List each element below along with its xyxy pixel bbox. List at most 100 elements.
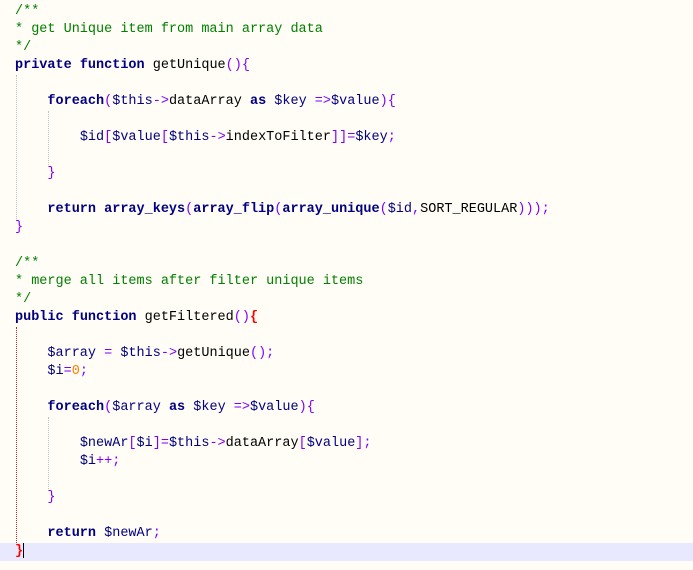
keyword-token: as [168, 400, 186, 415]
identifier-token [15, 94, 47, 109]
comment-token: /** [15, 4, 40, 19]
variable-token: $this [168, 130, 210, 145]
code-line[interactable]: /** [0, 255, 693, 273]
operator-token: ++; [96, 454, 121, 469]
identifier-token: getUnique [144, 58, 226, 73]
identifier-token [226, 400, 234, 415]
code-line[interactable] [0, 237, 693, 255]
identifier-token [96, 346, 104, 361]
code-line[interactable]: */ [0, 291, 693, 309]
operator-token: = [63, 364, 72, 379]
code-line[interactable] [0, 327, 693, 345]
operator-token: ]= [152, 436, 169, 451]
operator-token: ){ [379, 94, 396, 109]
operator-token: , [412, 202, 421, 217]
operator-token: -> [160, 346, 178, 361]
operator-token: [ [298, 436, 307, 451]
identifier-token [15, 490, 47, 505]
keyword-token: as [249, 94, 267, 109]
variable-token: $value [249, 400, 299, 415]
variable-token: $this [120, 346, 161, 361]
identifier-token [96, 526, 104, 541]
code-line[interactable]: * get Unique item from main array data [0, 21, 693, 39]
code-line[interactable] [0, 381, 693, 399]
keyword-token: array_keys [104, 202, 186, 217]
indent-guide [16, 327, 17, 543]
text-cursor [23, 543, 25, 558]
code-line[interactable]: return array_keys(array_flip(array_uniqu… [0, 201, 693, 219]
indent-guide [48, 111, 49, 165]
code-line[interactable] [0, 147, 693, 165]
code-line[interactable]: return $newAr; [0, 525, 693, 543]
code-line[interactable]: } [0, 543, 693, 561]
keyword-token: function [71, 310, 137, 325]
keyword-token: foreach [47, 94, 105, 109]
variable-token: $this [112, 94, 153, 109]
operator-token: (); [249, 346, 275, 361]
code-line[interactable]: } [0, 489, 693, 507]
identifier-token [15, 202, 47, 217]
code-line[interactable]: foreach($this->dataArray as $key =>$valu… [0, 93, 693, 111]
code-line[interactable]: $newAr[$i]=$this->dataArray[$value]; [0, 435, 693, 453]
code-line[interactable] [0, 507, 693, 525]
operator-token: => [233, 400, 250, 415]
comment-token: /** [15, 256, 40, 271]
code-line[interactable]: */ [0, 39, 693, 57]
code-line[interactable] [0, 111, 693, 129]
identifier-token: dataArray [168, 94, 250, 109]
operator-token: ]; [355, 436, 372, 451]
code-line[interactable]: public function getFiltered(){ [0, 309, 693, 327]
identifier-token [15, 364, 47, 379]
keyword-token: array_unique [282, 202, 380, 217]
operator-token: ; [152, 526, 161, 541]
operator-token: ; [387, 130, 396, 145]
variable-token: $key [355, 130, 388, 145]
operator-token: ; [79, 364, 88, 379]
operator-token: -> [209, 130, 226, 145]
code-line[interactable] [0, 471, 693, 489]
operator-token: ]]= [331, 130, 356, 145]
identifier-token: indexToFilter [225, 130, 331, 145]
identifier-token: getUnique [177, 346, 250, 361]
operator-token: [ [160, 130, 169, 145]
variable-token: $value [331, 94, 380, 109]
code-line[interactable]: private function getUnique(){ [0, 57, 693, 75]
operator-token: } [47, 490, 56, 505]
keyword-token: return [47, 526, 97, 541]
code-line[interactable]: } [0, 165, 693, 183]
code-line[interactable]: foreach($array as $key =>$value){ [0, 399, 693, 417]
operator-token: } [47, 166, 56, 181]
identifier-token: SORT_REGULAR [420, 202, 518, 217]
code-line[interactable]: * merge all items after filter unique it… [0, 273, 693, 291]
variable-token: $i [136, 436, 153, 451]
keyword-token: function [79, 58, 145, 73]
code-line[interactable] [0, 183, 693, 201]
identifier-token [96, 202, 104, 217]
matched-brace: } [15, 544, 24, 560]
code-line[interactable]: $i++; [0, 453, 693, 471]
variable-token: $array [112, 400, 161, 415]
matched-brace: { [249, 310, 259, 325]
operator-token: () [233, 310, 250, 325]
identifier-token [72, 58, 80, 73]
code-line[interactable]: } [0, 219, 693, 237]
comment-token: * merge all items after filter unique it… [15, 274, 364, 289]
code-line[interactable]: /** [0, 3, 693, 21]
operator-token: ( [379, 202, 388, 217]
code-line[interactable]: $id[$value[$this->indexToFilter]]=$key; [0, 129, 693, 147]
number-token: 0 [71, 364, 80, 379]
code-line[interactable]: $i=0; [0, 363, 693, 381]
code-line[interactable] [0, 75, 693, 93]
identifier-token: dataArray [225, 436, 299, 451]
code-line[interactable] [0, 417, 693, 435]
code-editor[interactable]: /** * get Unique item from main array dat… [0, 3, 693, 561]
variable-token: $newAr [79, 436, 129, 451]
keyword-token: public [15, 310, 64, 325]
identifier-token [64, 310, 72, 325]
code-line[interactable]: $array = $this->getUnique(); [0, 345, 693, 363]
operator-token: [ [128, 436, 137, 451]
identifier-token [307, 94, 315, 109]
comment-token: * get Unique item from main array data [15, 22, 323, 37]
identifier-token [15, 346, 47, 361]
operator-token: -> [152, 94, 169, 109]
